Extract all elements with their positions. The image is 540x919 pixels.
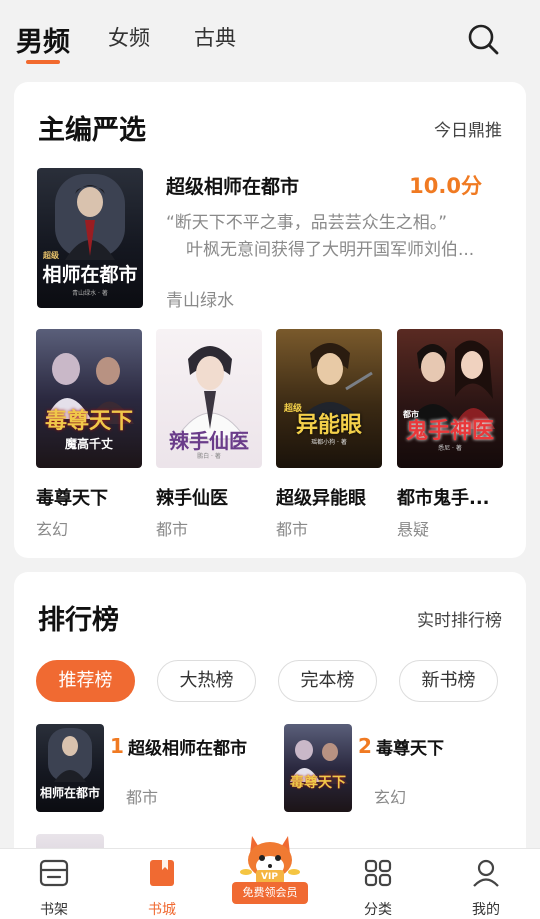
featured-book-cover[interactable]: 相师在都市 超级 青山绿水 · 著 <box>37 168 143 308</box>
book-cover: 辣手仙医 鹏白 · 著 <box>156 329 262 468</box>
book-cover-author: 瑶都小狗 · 著 <box>311 439 347 446</box>
book-category: 都市 <box>276 520 309 539</box>
tab-classic[interactable]: 古典 <box>194 22 236 52</box>
nav-category-label: 分类 <box>364 902 392 918</box>
rank-item-title: 超级相师在都市 <box>128 739 247 759</box>
book-cover-author: 魔高千丈 <box>64 437 113 451</box>
rank-number: 1 <box>110 734 124 758</box>
book-card[interactable]: 异能眼 超级 瑶都小狗 · 著 超级异能眼 都市 <box>276 329 382 540</box>
editor-pick-title: 主编严选 <box>38 115 146 146</box>
rank-tab-completed[interactable]: 完本榜 <box>278 660 377 702</box>
vip-badge: VIP <box>261 872 278 882</box>
featured-desc-line1: “断天下不平之事，品芸芸众生之相。” <box>166 213 448 233</box>
rank-number: 2 <box>358 734 372 758</box>
profile-icon <box>473 859 499 887</box>
search-button[interactable] <box>466 22 500 56</box>
nav-profile-label: 我的 <box>472 902 500 918</box>
book-card[interactable]: 鬼手神医 都市 悉尼 · 著 都市鬼手... 悬疑 <box>397 329 503 540</box>
top-nav: 男频 女频 古典 <box>0 0 540 80</box>
featured-cover-badge: 超级 <box>43 250 59 260</box>
rank-item-category: 玄幻 <box>374 788 407 807</box>
book-title: 超级异能眼 <box>276 488 366 509</box>
book-cover-author: 鹏白 · 著 <box>197 453 221 460</box>
book-cover-badge: 超级 <box>283 404 302 414</box>
rank-item-cover: 相师在都市 <box>36 724 104 812</box>
editor-pick-card: 主编严选 今日鼎推 相师在都市 超级 青山绿水 · 著 超级相师在都市 10.0… <box>14 82 526 558</box>
editor-pick-link[interactable]: 今日鼎推 <box>434 116 502 141</box>
rank-item-cover-title: 毒尊天下 <box>290 775 346 791</box>
rank-item[interactable]: 相师在都市 1 超级相师在都市 都市 <box>36 724 276 814</box>
category-grid-icon <box>364 859 392 887</box>
featured-book-author: 青山绿水 <box>166 291 234 311</box>
ranking-link[interactable]: 实时排行榜 <box>417 606 502 631</box>
book-cover-author: 悉尼 · 著 <box>438 445 462 452</box>
tab-male[interactable]: 男频 <box>16 20 70 59</box>
rank-tab-hot[interactable]: 大热榜 <box>157 660 256 702</box>
nav-bookshelf[interactable]: 书架 <box>24 857 84 919</box>
nav-bookstore-label: 书城 <box>148 902 176 918</box>
nav-bookshelf-label: 书架 <box>40 902 68 918</box>
rank-item-title: 毒尊天下 <box>376 739 444 759</box>
featured-book-score: 10.0分 <box>409 174 482 198</box>
book-cover: 毒尊天下 魔高千丈 <box>36 329 142 468</box>
book-category: 悬疑 <box>397 520 430 539</box>
tab-female[interactable]: 女频 <box>108 22 150 52</box>
ranking-title: 排行榜 <box>38 605 119 636</box>
vip-button-label: 免费领会员 <box>232 882 308 904</box>
rank-item-cover: 毒尊天下 <box>284 724 352 812</box>
book-title: 都市鬼手... <box>397 488 490 509</box>
book-cover: 鬼手神医 都市 悉尼 · 著 <box>397 329 503 468</box>
nav-profile[interactable]: 我的 <box>456 857 516 919</box>
book-category: 都市 <box>156 520 189 539</box>
active-tab-indicator <box>26 60 60 64</box>
featured-cover-author: 青山绿水 · 著 <box>72 290 108 297</box>
featured-desc-line2: 叶枫无意间获得了大明开国军师刘伯... <box>186 240 475 260</box>
search-icon <box>468 24 499 55</box>
featured-book-title[interactable]: 超级相师在都市 <box>166 172 299 199</box>
rank-item[interactable]: 毒尊天下 2 毒尊天下 玄幻 <box>284 724 504 814</box>
book-card[interactable]: 毒尊天下 魔高千丈 毒尊天下 玄幻 <box>36 329 142 540</box>
rank-item-cover-title: 相师在都市 <box>39 786 100 800</box>
featured-book-description: “断天下不平之事，品芸芸众生之相。” 叶枫无意间获得了大明开国军师刘伯... <box>166 210 506 264</box>
rank-item-category: 都市 <box>126 788 159 807</box>
ranking-card: 排行榜 实时排行榜 推荐榜 大热榜 完本榜 新书榜 相师在都市 1 超级相师在都… <box>14 572 526 874</box>
book-title: 毒尊天下 <box>36 488 108 509</box>
book-category: 玄幻 <box>36 520 69 539</box>
book-cover-title: 辣手仙医 <box>169 429 249 453</box>
book-cover-badge: 都市 <box>403 409 419 419</box>
book-card[interactable]: 辣手仙医 鹏白 · 著 辣手仙医 都市 <box>156 329 262 540</box>
book-title: 辣手仙医 <box>156 488 228 509</box>
nav-category[interactable]: 分类 <box>348 857 408 919</box>
rank-tab-new[interactable]: 新书榜 <box>399 660 498 702</box>
nav-bookstore[interactable]: 书城 <box>132 857 192 919</box>
bookshelf-icon <box>39 859 69 887</box>
featured-cover-title: 相师在都市 <box>42 264 138 286</box>
vip-promo-button[interactable]: VIP 免费领会员 <box>232 828 308 910</box>
rank-tab-recommend[interactable]: 推荐榜 <box>36 660 135 702</box>
book-cover-title: 毒尊天下 <box>44 408 133 434</box>
book-cover: 异能眼 超级 瑶都小狗 · 著 <box>276 329 382 468</box>
bookstore-icon <box>150 860 174 886</box>
